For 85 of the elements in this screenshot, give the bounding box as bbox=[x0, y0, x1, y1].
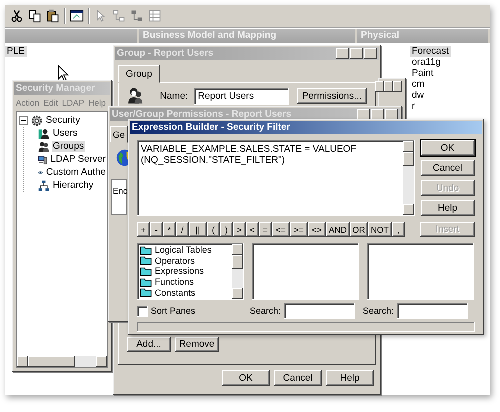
list-item[interactable]: Constants bbox=[155, 288, 196, 298]
folder-icon bbox=[140, 278, 152, 287]
list-item[interactable]: Expressions bbox=[155, 266, 204, 276]
vertical-scrollbar[interactable] bbox=[232, 244, 243, 299]
folder-icon bbox=[140, 246, 152, 255]
operator-button[interactable]: ( bbox=[207, 222, 220, 237]
dialog-button[interactable]: Cancel bbox=[274, 370, 322, 386]
folder-icon bbox=[140, 256, 152, 266]
operator-button[interactable]: <> bbox=[308, 222, 326, 237]
mouse-pointer-icon bbox=[58, 65, 69, 82]
operator-button[interactable]: = bbox=[259, 222, 272, 237]
checkbox-label: Sort Panes bbox=[151, 306, 196, 316]
tree-item[interactable]: ora11g bbox=[410, 57, 443, 68]
tree-item[interactable]: PLE bbox=[5, 46, 27, 57]
tree-item[interactable]: Forecast bbox=[410, 46, 451, 57]
tree-item[interactable]: LDAP Server bbox=[50, 154, 107, 165]
list-button[interactable]: Remove bbox=[175, 337, 219, 352]
user-icon bbox=[38, 128, 50, 140]
search-field[interactable] bbox=[284, 303, 355, 319]
operator-button[interactable]: , bbox=[392, 222, 405, 237]
search-label: Search: bbox=[363, 306, 394, 316]
list-item[interactable]: Logical Tables bbox=[155, 245, 212, 256]
checkbox[interactable] bbox=[137, 306, 148, 316]
operator-button[interactable]: - bbox=[150, 222, 163, 237]
list-item[interactable]: Enc bbox=[112, 186, 126, 196]
hierarchy-icon bbox=[38, 180, 50, 192]
vertical-scrollbar[interactable] bbox=[402, 141, 414, 215]
scissors-icon[interactable] bbox=[10, 9, 24, 23]
server-icon bbox=[38, 154, 48, 166]
join-icon[interactable] bbox=[112, 9, 126, 23]
dialog-button[interactable]: OK bbox=[222, 370, 270, 386]
operator-button[interactable]: OR bbox=[350, 222, 368, 237]
collapse-icon[interactable] bbox=[19, 116, 28, 125]
tree-item[interactable]: Custom Authe bbox=[45, 167, 107, 178]
tree-item[interactable]: Security bbox=[45, 115, 82, 126]
operator-button[interactable]: || bbox=[189, 222, 207, 237]
operator-button[interactable]: NOT bbox=[368, 222, 392, 237]
tree-item[interactable]: cm bbox=[410, 79, 427, 90]
tree-item[interactable]: dw bbox=[410, 90, 426, 101]
list-item[interactable]: Functions bbox=[155, 277, 194, 288]
window-title: Security Manager bbox=[16, 83, 96, 94]
dialog-button[interactable]: Cancel bbox=[420, 160, 475, 176]
window-title: Expression Builder - Security Filter bbox=[132, 122, 290, 133]
expression-field[interactable]: VARIABLE_EXAMPLE.SALES.STATE = VALUEOF (NQ_SESSION."STATE_FILTER") bbox=[137, 140, 414, 216]
search-label: Search: bbox=[250, 306, 282, 316]
operator-button[interactable]: ) bbox=[220, 222, 233, 237]
paste-icon[interactable] bbox=[46, 9, 60, 23]
operator-button[interactable]: > bbox=[233, 222, 246, 237]
list-button[interactable]: Add... bbox=[127, 337, 171, 352]
operator-button[interactable]: <= bbox=[272, 222, 290, 237]
tab[interactable]: Group bbox=[118, 65, 160, 83]
people-icon bbox=[127, 85, 144, 107]
join-icon[interactable] bbox=[130, 9, 144, 23]
name-label: Name: bbox=[160, 90, 188, 102]
window-title: Group - Report Users bbox=[117, 48, 214, 59]
gear-icon bbox=[31, 114, 43, 126]
tree-item[interactable]: Paint bbox=[410, 68, 436, 79]
search-field[interactable] bbox=[397, 303, 468, 319]
operator-button[interactable]: AND bbox=[326, 222, 350, 237]
dialog-button[interactable]: OK bbox=[420, 140, 475, 156]
tree-item[interactable]: Groups bbox=[52, 141, 86, 152]
panel-header: Business Model and Mapping bbox=[139, 29, 357, 43]
horizontal-scrollbar[interactable] bbox=[17, 356, 107, 367]
pointer-icon[interactable] bbox=[94, 9, 108, 23]
operator-button[interactable]: * bbox=[163, 222, 176, 237]
list-item[interactable]: Operators bbox=[155, 256, 196, 266]
tree-item[interactable]: Users bbox=[52, 128, 79, 139]
panel-header: Physical bbox=[357, 29, 490, 43]
dialog-button[interactable]: Help bbox=[420, 200, 475, 216]
tree-item[interactable]: r bbox=[410, 101, 418, 112]
table-icon[interactable] bbox=[148, 9, 162, 23]
tree-item[interactable]: Hierarchy bbox=[52, 180, 95, 191]
name-field[interactable]: Report Users bbox=[194, 88, 290, 104]
operator-button[interactable]: / bbox=[176, 222, 189, 237]
copy-icon[interactable] bbox=[28, 9, 42, 23]
folder-icon bbox=[140, 288, 152, 298]
window-icon[interactable] bbox=[70, 9, 84, 23]
people-icon bbox=[38, 140, 50, 152]
dialog-button[interactable]: Help bbox=[326, 370, 374, 386]
tab[interactable]: Ge bbox=[110, 126, 128, 143]
folder-icon bbox=[140, 266, 152, 276]
operator-button[interactable]: < bbox=[246, 222, 259, 237]
operator-button[interactable]: >= bbox=[290, 222, 308, 237]
permissions-button[interactable]: Permissions... bbox=[297, 88, 367, 104]
operator-button[interactable]: + bbox=[137, 222, 150, 237]
